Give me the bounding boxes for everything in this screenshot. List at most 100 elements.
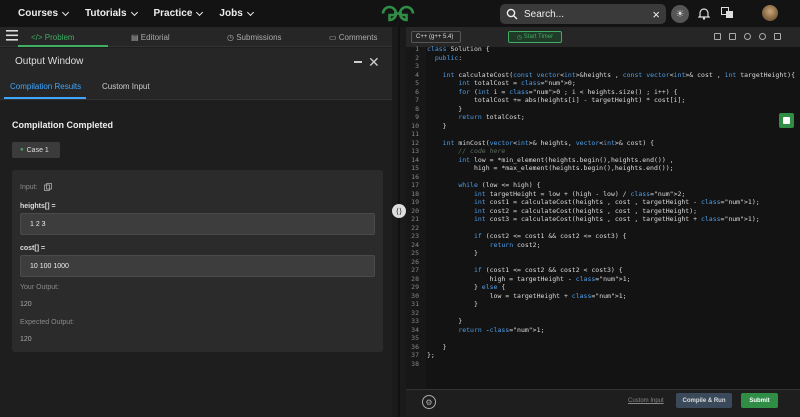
code-line[interactable]: 25 } [406,249,800,258]
line-number: 19 [411,198,419,206]
code-text: low = targetHeight + class="num">1; [427,291,627,300]
nav-practice[interactable]: Practice [154,8,204,19]
code-line[interactable]: 22 [406,224,800,233]
code-line[interactable]: 28 high = targetHeight - class="num">1; [406,275,800,284]
code-line[interactable]: 18 int targetHeight = low + (high - low)… [406,190,800,199]
line-number: 35 [411,334,419,342]
feedback-icon[interactable] [779,113,794,128]
tab-problem[interactable]: </> Problem [31,33,75,42]
case-1-button[interactable]: ● Case 1 [12,142,60,158]
code-line[interactable]: 20 int cost2 = calculateCost(heights , c… [406,207,800,216]
code-line[interactable]: 31 } [406,300,800,309]
code-line[interactable]: 33 } [406,317,800,326]
reset-icon[interactable] [759,33,766,40]
close-icon[interactable]: ✕ [368,54,380,71]
code-line[interactable]: 37}; [406,351,800,360]
nav-jobs[interactable]: Jobs [219,8,254,19]
code-line[interactable]: 26 [406,258,800,267]
active-tab-indicator [4,97,86,99]
code-line[interactable]: 11 [406,130,800,139]
panel-divider[interactable] [392,27,406,417]
code-text: int minCost(vector<int>& heights, vector… [442,138,655,147]
chevron-down-icon [196,8,204,16]
cost-field[interactable]: 10 100 1000 [20,255,375,277]
code-line[interactable]: 9 return totalCost; [406,113,800,122]
line-number: 22 [411,223,419,232]
code-line[interactable]: 24 return cost2; [406,241,800,250]
code-content[interactable]: 1 class Solution {2 public: 3 4 int calcula… [406,45,800,368]
code-line[interactable]: 7 totalCost += abs(heights[i] - targetHe… [406,96,800,105]
compile-run-button[interactable]: Compile & Run [676,393,732,408]
code-line[interactable]: 23 if (cost2 <= cost1 && cost2 <= cost3)… [406,232,800,241]
code-line[interactable]: 1 class Solution { [406,45,800,54]
code-line[interactable]: 2 public: [406,54,800,63]
code-text: for (int i = class="num">0 ; i < heights… [458,87,678,96]
code-line[interactable]: 34 return -class="num">1; [406,326,800,335]
line-number: 12 [411,138,419,147]
minimize-icon[interactable] [354,61,362,63]
avatar[interactable] [762,5,778,21]
close-icon[interactable]: × [652,7,660,22]
gfg-logo-icon[interactable] [380,4,416,23]
line-number: 1 [415,45,419,53]
search-bar[interactable]: Search... × [500,4,666,24]
language-select[interactable]: C++ (g++ 5.4) [411,31,461,43]
code-line[interactable]: 38 [406,360,800,369]
code-text: }; [427,351,435,359]
expand-icon[interactable] [774,33,781,40]
line-number: 27 [411,266,419,274]
code-text: high = targetHeight - class="num">1; [427,274,631,283]
code-line[interactable]: 4 int calculateCost(const vector<int>&he… [406,71,800,80]
your-output-label: Your Output: [20,284,60,291]
start-timer-button[interactable]: ◷ Start Timer [508,31,562,43]
resize-handle-icon[interactable]: ⟨⟩ [392,204,406,218]
line-number: 5 [415,79,419,87]
nav-courses[interactable]: Courses [18,8,70,19]
code-line[interactable]: 15 high = *max_element(heights.begin(),h… [406,164,800,173]
code-line[interactable]: 30 low = targetHeight + class="num">1; [406,292,800,301]
hamburger-menu-icon[interactable] [6,30,18,41]
copy-icon[interactable] [44,183,52,191]
tab-submissions[interactable]: ◷ Submissions [227,33,282,42]
code-line[interactable]: 17 while (low <= high) { [406,181,800,190]
code-line[interactable]: 21 int cost3 = calculateCost(heights , c… [406,215,800,224]
heights-field[interactable]: 1 2 3 [20,213,375,235]
custom-input-link[interactable]: Custom Input [628,398,664,404]
code-line[interactable]: 5 int totalCost = class="num">0; [406,79,800,88]
code-line[interactable]: 14 int low = *min_element(heights.begin(… [406,156,800,165]
code-line[interactable]: 6 for (int i = class="num">0 ; i < heigh… [406,88,800,97]
fullscreen-icon[interactable] [714,33,721,40]
line-number: 29 [411,283,419,291]
editor-settings-icon[interactable]: ⚙ [422,395,436,409]
code-line[interactable]: 16 [406,173,800,182]
code-text: if (cost2 <= cost1 && cost2 <= cost3) { [473,232,627,240]
code-line[interactable]: 12 int minCost(vector<int>& heights, vec… [406,139,800,148]
bell-icon[interactable] [698,7,710,20]
copy-code-icon[interactable] [729,33,736,40]
code-line[interactable]: 19 int cost1 = calculateCost(heights , c… [406,198,800,207]
line-number: 36 [411,342,419,351]
theme-toggle-icon[interactable]: ☀ [671,5,689,23]
translate-icon[interactable] [721,7,734,19]
code-line[interactable]: 8 } [406,105,800,114]
code-line[interactable]: 10 } [406,122,800,131]
code-line[interactable]: 32 [406,309,800,318]
search-input[interactable]: Search... [524,9,564,20]
settings-icon[interactable] [744,33,751,40]
code-line[interactable]: 29 } else { [406,283,800,292]
nav-tutorials[interactable]: Tutorials [85,8,138,19]
tab-comments[interactable]: ▭ Comments [329,33,377,42]
tab-custom-input[interactable]: Custom Input [102,82,150,91]
code-text: int cost2 = calculateCost(heights , cost… [473,206,698,215]
code-line[interactable]: 35 [406,334,800,343]
tab-compilation-results[interactable]: Compilation Results [10,82,81,91]
code-line[interactable]: 36 } [406,343,800,352]
submit-button[interactable]: Submit [741,393,778,408]
tab-editorial[interactable]: ▤ Editorial [131,33,170,42]
code-line[interactable]: 13 // code here [406,147,800,156]
code-line[interactable]: 27 if (cost1 <= cost2 && cost2 < cost3) … [406,266,800,275]
editor-toolbar [406,27,800,47]
code-text: return -class="num">1; [458,325,545,334]
expected-output-label: Expected Output: [20,319,75,326]
code-line[interactable]: 3 [406,62,800,71]
